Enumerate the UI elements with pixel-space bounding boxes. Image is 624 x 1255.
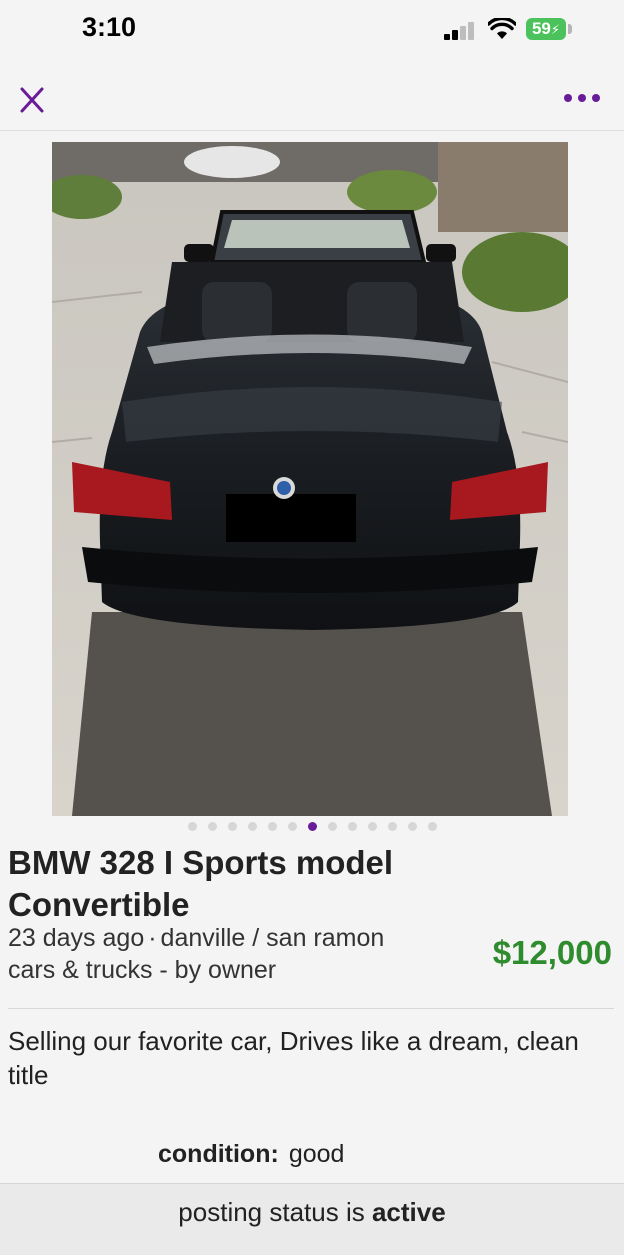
- listing-category[interactable]: cars & trucks - by owner: [8, 954, 458, 986]
- listing-price: $12,000: [492, 934, 612, 971]
- posted-time: 23 days ago: [8, 924, 145, 952]
- status-bar: 3:10 59⚡: [0, 0, 624, 60]
- listing-description: Selling our favorite car, Drives like a …: [8, 1026, 579, 1090]
- gallery-dot[interactable]: [427, 822, 437, 831]
- wifi-icon: [488, 18, 516, 39]
- listing-photo[interactable]: [52, 142, 568, 816]
- close-button[interactable]: [14, 82, 50, 118]
- close-x-icon: [20, 87, 44, 113]
- battery-icon: 59⚡: [526, 18, 566, 40]
- gallery-dot[interactable]: [187, 822, 197, 831]
- listing-meta: 23 days ago · danville / san ramon cars & …: [8, 922, 458, 986]
- nav-bar: [0, 60, 624, 131]
- ellipsis-dot: [578, 94, 586, 102]
- battery-level: 59: [531, 19, 551, 38]
- meta-separator: ·: [148, 924, 157, 952]
- gallery-dot[interactable]: [247, 822, 257, 831]
- attribute-key: condition:: [158, 1140, 279, 1168]
- ellipsis-icon: [564, 94, 572, 102]
- gallery-dot[interactable]: [227, 822, 237, 831]
- gallery-dot[interactable]: [207, 822, 217, 831]
- attribute-value: good: [288, 1140, 345, 1168]
- listing-location[interactable]: danville / san ramon: [161, 924, 385, 952]
- gallery-dot[interactable]: [387, 822, 397, 831]
- posting-status-value: active: [371, 1197, 446, 1227]
- ellipsis-dot: [592, 94, 600, 102]
- status-time: 3:10: [82, 12, 137, 42]
- battery-nub: [568, 24, 572, 34]
- meta-line-1: 23 days ago · danville / san ramon: [8, 922, 458, 954]
- gallery-dot[interactable]: [347, 822, 357, 831]
- gallery-dot[interactable]: [407, 822, 417, 831]
- divider: [8, 1008, 614, 1009]
- gallery-dot[interactable]: [327, 822, 337, 831]
- posting-status-prefix: posting status is: [178, 1197, 365, 1227]
- gallery-pagination: [0, 822, 624, 834]
- posting-status-bar: posting status is active: [0, 1183, 624, 1255]
- attribute-condition: condition: good: [158, 1140, 344, 1169]
- gallery-dot-active[interactable]: [307, 822, 317, 831]
- car-photo-illustration: [52, 142, 568, 816]
- gallery-dot[interactable]: [367, 822, 377, 831]
- gallery-dot[interactable]: [267, 822, 277, 831]
- more-options-button[interactable]: [560, 86, 606, 110]
- gallery-dot[interactable]: [287, 822, 297, 831]
- listing-title: BMW 328 I Sports model Convertible: [8, 844, 394, 923]
- cellular-signal-icon: [444, 20, 478, 40]
